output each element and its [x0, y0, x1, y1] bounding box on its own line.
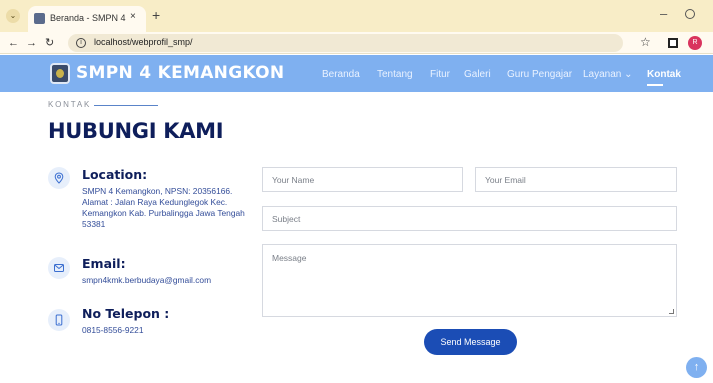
phone-icon-circle: [48, 309, 70, 331]
location-icon-circle: [48, 167, 70, 189]
map-pin-icon: [54, 172, 64, 184]
eyebrow-divider: [94, 105, 158, 106]
nav-active-underline: [647, 84, 663, 86]
phone-title: No Telepon :: [82, 306, 170, 321]
nav-item-tentang[interactable]: Tentang: [377, 69, 413, 80]
tab-search-chevron-icon[interactable]: ⌄: [6, 9, 20, 23]
location-title: Location:: [82, 167, 148, 182]
phone-icon: [55, 314, 63, 326]
arrow-up-icon[interactable]: ↑: [686, 357, 707, 378]
subject-input[interactable]: [263, 207, 676, 230]
side-panel-icon[interactable]: [668, 38, 678, 48]
nav-item-galeri[interactable]: Galeri: [464, 69, 491, 80]
tab-close-button[interactable]: ×: [130, 11, 136, 22]
envelope-icon: [54, 264, 64, 272]
site-info-icon[interactable]: i: [76, 38, 86, 48]
new-tab-button[interactable]: +: [152, 8, 160, 22]
reload-icon[interactable]: ↻: [45, 36, 54, 50]
window-minimize-button[interactable]: –: [660, 6, 667, 21]
url-bar[interactable]: i localhost/webprofil_smp/: [68, 34, 623, 52]
textarea-resize-handle[interactable]: [669, 309, 674, 314]
name-field-wrapper: [262, 167, 463, 192]
school-logo-icon[interactable]: [50, 63, 70, 84]
site-brand[interactable]: SMPN 4 KEMANGKON: [76, 63, 284, 83]
email-input[interactable]: [476, 168, 676, 191]
tab-favicon-icon: [34, 13, 45, 24]
url-text[interactable]: localhost/webprofil_smp/: [94, 37, 193, 47]
forward-arrow-icon[interactable]: →: [26, 36, 37, 50]
nav-item-layanan[interactable]: Layanan ⌄: [583, 69, 633, 80]
message-field-wrapper: [262, 244, 677, 317]
email-text: smpn4kmk.berbudaya@gmail.com: [82, 275, 212, 285]
profile-avatar[interactable]: R: [688, 36, 702, 50]
location-text: SMPN 4 Kemangkon, NPSN: 20356166. Alamat…: [82, 186, 245, 229]
message-textarea[interactable]: [263, 245, 676, 316]
page-title: HUBUNGI KAMI: [48, 119, 224, 143]
name-input[interactable]: [263, 168, 462, 191]
nav-item-guru-pengajar[interactable]: Guru Pengajar: [507, 69, 572, 80]
email-field-wrapper: [475, 167, 677, 192]
address-bar-row: ← → ↻ i localhost/webprofil_smp/ ☆ R: [0, 32, 713, 54]
browser-tab-bar: ⌄ Beranda - SMPN 4 KEMANGKO × + –: [0, 0, 713, 32]
subject-field-wrapper: [262, 206, 677, 231]
bookmark-star-icon[interactable]: ☆: [640, 35, 651, 49]
site-navbar: SMPN 4 KEMANGKON Beranda Tentang Fitur G…: [0, 55, 713, 92]
email-icon-circle: [48, 257, 70, 279]
email-title: Email:: [82, 256, 126, 271]
browser-tab[interactable]: Beranda - SMPN 4 KEMANGKO ×: [28, 6, 146, 32]
nav-item-fitur[interactable]: Fitur: [430, 69, 450, 80]
section-eyebrow: KONTAK: [48, 100, 92, 109]
send-message-button[interactable]: Send Message: [424, 329, 517, 355]
window-restore-button[interactable]: [685, 9, 695, 19]
nav-item-kontak[interactable]: Kontak: [647, 69, 681, 80]
back-arrow-icon[interactable]: ←: [8, 36, 19, 50]
nav-item-beranda[interactable]: Beranda: [322, 69, 360, 80]
tab-title: Beranda - SMPN 4 KEMANGKO: [50, 13, 126, 23]
phone-text: 0815-8556-9221: [82, 325, 144, 335]
